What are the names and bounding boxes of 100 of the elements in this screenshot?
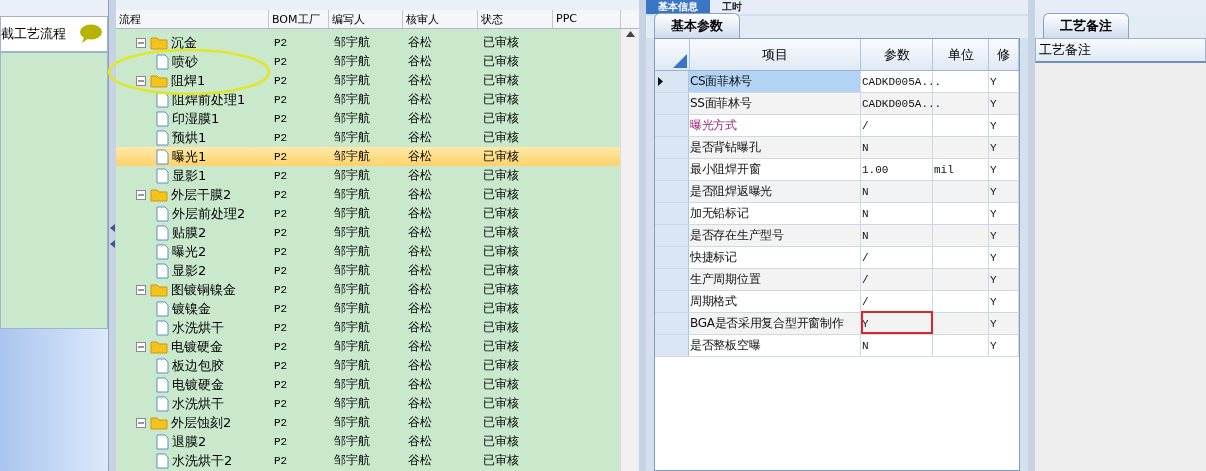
table-cell-text: P2: [273, 93, 289, 106]
grid-row[interactable]: 快捷标记 / Y: [655, 247, 1019, 269]
collapse-icon[interactable]: [136, 417, 146, 428]
tree-row[interactable]: 预烘1 P2 邹宇航 谷松 已审核: [116, 128, 621, 147]
table-cell-text: 谷松: [407, 34, 433, 51]
column-header[interactable]: 项目: [689, 39, 862, 70]
tree-row[interactable]: 喷砂 P2 邹宇航 谷松 已审核: [116, 52, 621, 71]
tree-label: 曝光1: [172, 147, 207, 166]
table-cell: N: [862, 207, 869, 220]
column-header[interactable]: 流程: [116, 10, 269, 28]
table-cell: Y: [990, 75, 997, 88]
column-header[interactable]: PPC: [553, 10, 621, 28]
tree-row[interactable]: 外层前处理2 P2 邹宇航 谷松 已审核: [116, 204, 621, 223]
row-header: [655, 225, 689, 246]
grid-row[interactable]: BGA是否采用复合型开窗制作 Y Y: [655, 313, 1019, 335]
tree-row[interactable]: 板边包胶 P2 邹宇航 谷松 已审核: [116, 356, 621, 375]
table-cell-text: 已审核: [482, 281, 520, 298]
tree-row[interactable]: 水洗烘干2 P2 邹宇航 谷松 已审核: [116, 451, 621, 470]
grid-row[interactable]: SS面菲林号 CADKD005A... Y: [655, 93, 1019, 115]
tree-row[interactable]: 阻焊1 P2 邹宇航 谷松 已审核: [116, 71, 621, 90]
grid-row[interactable]: 最小阻焊开窗 1.00 mil Y: [655, 159, 1019, 181]
tree-row[interactable]: 电镀硬金 P2 邹宇航 谷松 已审核: [116, 337, 621, 356]
row-header: [655, 137, 689, 158]
row-header: [655, 247, 689, 268]
tree-row[interactable]: 曝光2 P2 邹宇航 谷松 已审核: [116, 242, 621, 261]
table-cell-text: 谷松: [407, 414, 433, 431]
tree-label: 水洗烘干2: [172, 451, 233, 470]
tree-row[interactable]: 电镀硬金 P2 邹宇航 谷松 已审核: [116, 375, 621, 394]
table-cell: CADKD005A...: [862, 75, 942, 88]
grid-row[interactable]: 是否整板空曝 N Y: [655, 335, 1019, 357]
tree-row[interactable]: 外层干膜2 P2 邹宇航 谷松 已审核: [116, 185, 621, 204]
document-icon: [156, 376, 169, 393]
collapse-icon[interactable]: [136, 341, 146, 352]
tab[interactable]: 工时: [710, 0, 754, 14]
tree-row[interactable]: 水洗烘干 P2 邹宇航 谷松 已审核: [116, 318, 621, 337]
column-header[interactable]: 核审人: [403, 10, 478, 28]
grid-row[interactable]: 加无铅标记 N Y: [655, 203, 1019, 225]
folder-icon: [150, 73, 168, 88]
tree-row[interactable]: 镀镍金 P2 邹宇航 谷松 已审核: [116, 299, 621, 318]
table-cell-text: 谷松: [407, 110, 433, 127]
table-cell-text: 谷松: [407, 281, 433, 298]
grid-row[interactable]: 是否阻焊返曝光 N Y: [655, 181, 1019, 203]
folder-icon: [150, 339, 168, 354]
column-header[interactable]: BOM工厂: [269, 10, 329, 28]
grid-row[interactable]: 曝光方式 / Y: [655, 115, 1019, 137]
grid-row[interactable]: 是否存在生产型号 N Y: [655, 225, 1019, 247]
table-cell: 最小阻焊开窗: [690, 161, 761, 178]
table-cell-text: 谷松: [407, 91, 433, 108]
table-cell: N: [862, 339, 869, 352]
collapse-icon[interactable]: [136, 189, 146, 200]
tree-row[interactable]: 退膜2 P2 邹宇航 谷松 已审核: [116, 432, 621, 451]
tree-row[interactable]: 外层蚀刻2 P2 邹宇航 谷松 已审核: [116, 413, 621, 432]
tab[interactable]: 工艺备注: [1043, 13, 1129, 38]
table-cell-text: 谷松: [407, 148, 433, 165]
tree-row[interactable]: 显影1 P2 邹宇航 谷松 已审核: [116, 166, 621, 185]
table-cell-text: P2: [273, 207, 289, 220]
column-header[interactable]: 单位: [933, 39, 990, 70]
tree-row[interactable]: 图镀铜镍金 P2 邹宇航 谷松 已审核: [116, 280, 621, 299]
tree-row[interactable]: 印湿膜1 P2 邹宇航 谷松 已审核: [116, 109, 621, 128]
speech-bubble-icon[interactable]: [79, 24, 103, 44]
collapse-icon[interactable]: [136, 75, 146, 86]
tree-row[interactable]: 沉金 P2 邹宇航 谷松 已审核: [116, 33, 621, 52]
table-cell-text: P2: [273, 150, 289, 163]
tree-row[interactable]: 曝光1 P2 邹宇航 谷松 已审核: [116, 147, 621, 166]
collapse-icon[interactable]: [136, 37, 146, 48]
collapse-icon[interactable]: [136, 284, 146, 295]
table-cell-text: P2: [273, 131, 289, 144]
table-cell-text: 邹宇航: [333, 53, 371, 70]
document-icon: [156, 452, 169, 469]
tree-row[interactable]: 显影2 P2 邹宇航 谷松 已审核: [116, 261, 621, 280]
table-cell-text: 邹宇航: [333, 34, 371, 51]
table-cell-text: 邹宇航: [333, 338, 371, 355]
table-cell: Y: [990, 97, 997, 110]
table-cell-text: P2: [273, 321, 289, 334]
table-cell-text: P2: [273, 416, 289, 429]
row-header: [655, 159, 689, 180]
tab[interactable]: 基本参数: [654, 13, 740, 38]
document-icon: [156, 110, 169, 127]
tab[interactable]: 基本信息: [646, 0, 710, 14]
column-header[interactable]: 状态: [478, 10, 553, 28]
grid-row[interactable]: 生产周期位置 / Y: [655, 269, 1019, 291]
grid-row[interactable]: CS面菲林号 CADKD005A... Y: [655, 71, 1019, 93]
column-header[interactable]: 编写人: [329, 10, 403, 28]
table-cell-text: 邹宇航: [333, 72, 371, 89]
table-cell-text: 已审核: [482, 262, 520, 279]
scrollbar[interactable]: [620, 29, 639, 471]
tree-row[interactable]: 水洗烘干 P2 邹宇航 谷松 已审核: [116, 394, 621, 413]
tree-row[interactable]: 贴膜2 P2 邹宇航 谷松 已审核: [116, 223, 621, 242]
scroll-up-icon[interactable]: [625, 31, 635, 37]
grid-row[interactable]: 周期格式 / Y: [655, 291, 1019, 313]
table-cell: BGA是否采用复合型开窗制作: [690, 315, 844, 332]
table-cell: Y: [990, 295, 997, 308]
table-cell-text: 已审核: [482, 300, 520, 317]
column-header[interactable]: 参数: [861, 39, 934, 70]
folder-icon: [150, 187, 168, 202]
tree-label: 喷砂: [172, 52, 198, 71]
tree-label: 阻焊1: [171, 71, 206, 90]
notes-header: 工艺备注: [1035, 38, 1206, 63]
grid-row[interactable]: 是否背钻曝孔 N Y: [655, 137, 1019, 159]
column-header[interactable]: 修: [989, 39, 1019, 70]
